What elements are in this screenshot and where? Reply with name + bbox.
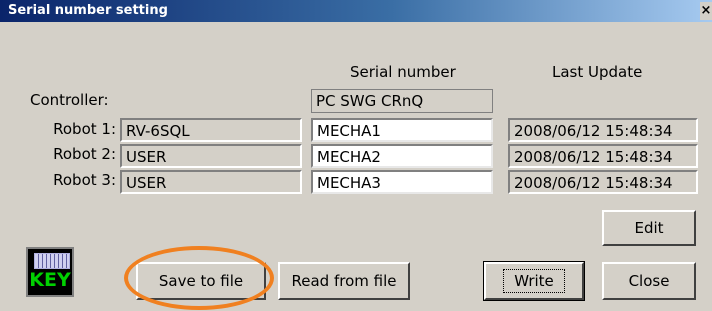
robot1-last-update-field: 2008/06/12 15:48:34 [508, 118, 698, 142]
save-to-file-button[interactable]: Save to file [136, 262, 266, 300]
controller-label: Controller: [30, 91, 109, 109]
robot1-label: Robot 1: [53, 120, 116, 138]
robot2-label: Robot 2: [53, 145, 116, 163]
robot2-last-update-field: 2008/06/12 15:48:34 [508, 144, 698, 168]
robot1-serial-input[interactable]: MECHA1 [311, 118, 493, 142]
robot3-last-update-field: 2008/06/12 15:48:34 [508, 170, 698, 194]
keyboard-icon[interactable]: KEY [26, 247, 74, 297]
keyboard-keys-graphic [34, 253, 70, 269]
write-button[interactable]: Write [483, 261, 585, 301]
robot1-model-field: RV-6SQL [120, 118, 302, 142]
write-button-label: Write [503, 269, 565, 293]
serial-number-header: Serial number [350, 63, 456, 81]
robot2-model-field: USER [120, 144, 302, 168]
last-update-header: Last Update [552, 63, 643, 81]
close-window-icon[interactable]: × [700, 2, 712, 20]
controller-serial-field: PC SWG CRnQ [311, 89, 493, 113]
read-from-file-button[interactable]: Read from file [278, 262, 410, 300]
robot3-model-field: USER [120, 170, 302, 194]
key-icon-label: KEY [29, 269, 71, 291]
close-button[interactable]: Close [602, 262, 696, 300]
robot2-serial-input[interactable]: MECHA2 [311, 144, 493, 168]
title-bar: Serial number setting × [0, 0, 712, 22]
robot3-serial-input[interactable]: MECHA3 [311, 170, 493, 194]
robot3-label: Robot 3: [53, 171, 116, 189]
window-title: Serial number setting [8, 3, 168, 18]
edit-button[interactable]: Edit [602, 210, 696, 246]
